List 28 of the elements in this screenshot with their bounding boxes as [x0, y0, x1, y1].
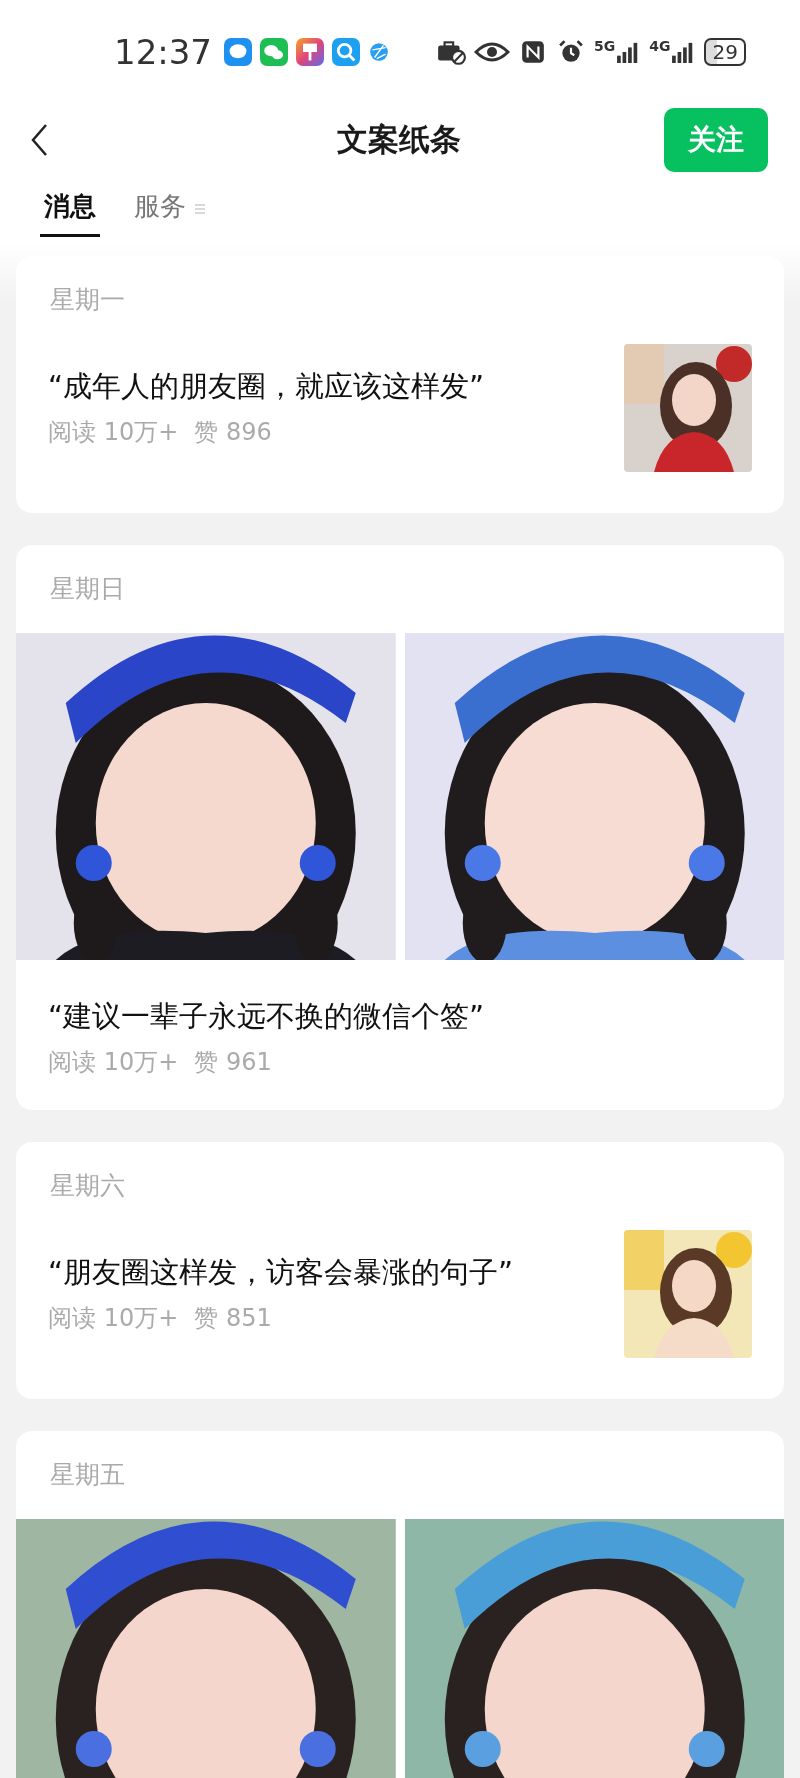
read-count: 阅读 10万+	[48, 417, 179, 448]
briefcase-blocked-icon	[436, 39, 466, 65]
like-count: 赞 896	[194, 417, 272, 448]
article-title[interactable]: “朋友圈这样发，访客会暴涨的句子”	[48, 1252, 514, 1292]
battery-level: 29	[704, 38, 746, 66]
article-card[interactable]: 星期日 “建议一辈子永远不换的微信个签” 阅读 10万+ 赞 961	[16, 545, 784, 1110]
message-app-icon	[224, 38, 252, 66]
account-title: 文案纸条	[337, 120, 461, 159]
article-title[interactable]: “建议一辈子永远不换的微信个签”	[48, 996, 485, 1036]
article-card[interactable]: 星期一 “成年人的朋友圈，就应该这样发” 阅读 10万+ 赞 896	[16, 256, 784, 513]
like-count: 赞 961	[194, 1047, 272, 1078]
signal-5g: 5G	[594, 38, 616, 54]
clock-time: 12:37	[114, 32, 212, 72]
tab[interactable]: 服务	[130, 181, 190, 237]
like-count: 赞 851	[194, 1303, 272, 1334]
article-card[interactable]: 星期六 “朋友圈这样发，访客会暴涨的句子” 阅读 10万+ 赞 851	[16, 1142, 784, 1399]
read-count: 阅读 10万+	[48, 1303, 179, 1334]
read-count: 阅读 10万+	[48, 1047, 179, 1078]
signal-4g: 4G	[649, 38, 671, 54]
day-label: 星期一	[49, 284, 126, 316]
article-title[interactable]: “成年人的朋友圈，就应该这样发”	[48, 366, 485, 406]
day-label: 星期五	[49, 1459, 126, 1491]
alarm-icon	[556, 39, 586, 65]
day-label: 星期日	[49, 573, 126, 605]
chat-app-icon	[260, 38, 288, 66]
search-app-icon	[332, 38, 360, 66]
tab[interactable]: 消息	[40, 181, 100, 237]
day-label: 星期六	[49, 1170, 126, 1202]
